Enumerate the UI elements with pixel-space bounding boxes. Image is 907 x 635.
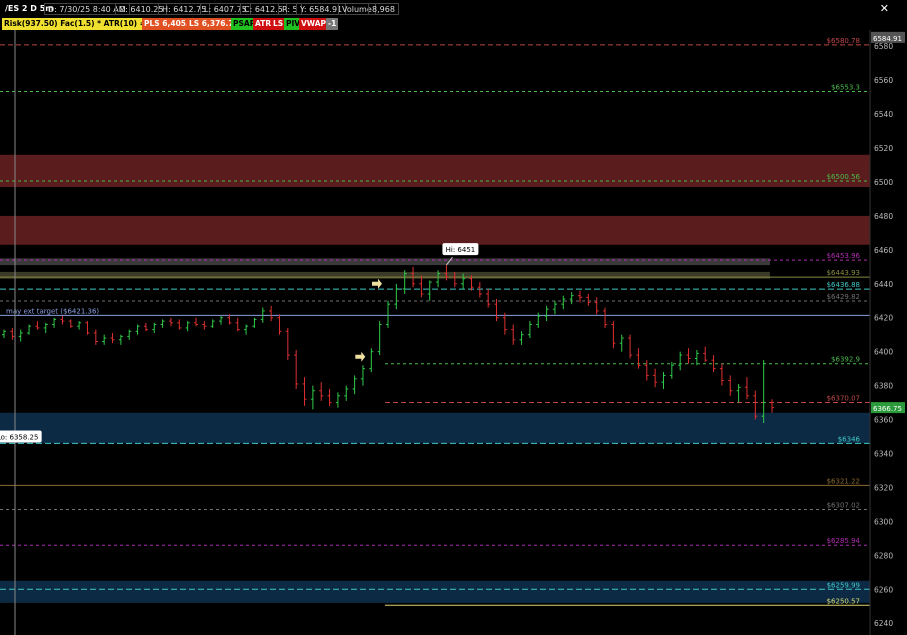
- entry-arrow-icon-1: [355, 351, 366, 362]
- y-tick-4: 6320: [874, 483, 893, 492]
- level-label-3: $6453.96: [827, 252, 861, 260]
- level-label-4: $6443.93: [827, 269, 860, 277]
- level-label-10: $6346: [838, 435, 861, 443]
- price-levels: $6580.78 $6553.3 $6500.56 $6453.96 $6443.93 $…: [0, 37, 870, 606]
- y-tick-7: 6380: [874, 382, 893, 391]
- price-zones: [0, 154, 870, 603]
- hi-label: Hi: 6451: [446, 246, 476, 254]
- y-tick-15: 6540: [874, 110, 893, 119]
- y-tick-2: 6280: [874, 551, 893, 560]
- level-label-15: $6250.57: [827, 597, 860, 605]
- y-tick-12: 6480: [874, 212, 893, 221]
- y-tick-0: 6240: [874, 619, 893, 628]
- zone-3: [0, 271, 770, 279]
- level-label-11: $6321.22: [827, 477, 860, 485]
- zone-0: [0, 154, 870, 188]
- y-tick-13: 6500: [874, 178, 893, 187]
- zone-2: [0, 258, 770, 266]
- level-label-9: $6370.07: [827, 394, 860, 402]
- y-tick-9: 6420: [874, 314, 893, 323]
- entry-arrow-icon-0: [372, 278, 382, 289]
- close-icon[interactable]: ✕: [880, 2, 889, 15]
- level-label-8: $6392.9: [831, 356, 860, 364]
- y-tick-5: 6340: [874, 449, 893, 458]
- y-tick-11: 6460: [874, 246, 893, 255]
- y-tick-6: 6360: [874, 416, 893, 425]
- level-label-0: $6580.78: [827, 37, 860, 45]
- top-value-label: 6584.91: [873, 35, 902, 43]
- level-label-2: $6500.56: [827, 173, 861, 181]
- zone-4: [0, 412, 870, 444]
- level-label-12: $6307.02: [827, 501, 860, 509]
- study-vwap[interactable]: VWAP: [299, 18, 329, 30]
- level-label-5: $6436.88: [827, 281, 860, 289]
- chart-header: /ES 2 D 5m D: 7/30/25 8:40 AM O: 6410.25…: [0, 0, 907, 17]
- zone-1: [0, 215, 870, 245]
- y-tick-1: 6260: [874, 585, 893, 594]
- level-label-13: $6285.94: [827, 537, 861, 545]
- y-tick-3: 6300: [874, 517, 893, 526]
- level-label-6: $6429.82: [827, 293, 860, 301]
- price-chart[interactable]: $6580.78 $6553.3 $6500.56 $6453.96 $6443.93 $…: [0, 0, 907, 635]
- y-tick-10: 6440: [874, 280, 893, 289]
- lo-label: Lo: 6358.25: [0, 434, 38, 442]
- y-tick-8: 6400: [874, 348, 893, 357]
- level-label-14: $6259.99: [827, 581, 860, 589]
- level-label-7: may ext target ($6421.36): [6, 307, 99, 315]
- y-tick-17: 6580: [874, 42, 893, 51]
- zone-5: [0, 580, 870, 603]
- study-minus1[interactable]: -1: [326, 18, 339, 30]
- y-tick-16: 6560: [874, 76, 893, 85]
- price-axis[interactable]: 6240 6260 6280 6300 6320 6340 6360 6380 6400 6420…: [869, 30, 905, 635]
- y-tick-14: 6520: [874, 144, 893, 153]
- level-label-1: $6553.3: [831, 83, 860, 91]
- last-price-label: 6366.75: [873, 405, 902, 413]
- volume-readout: 8,968: [368, 3, 399, 15]
